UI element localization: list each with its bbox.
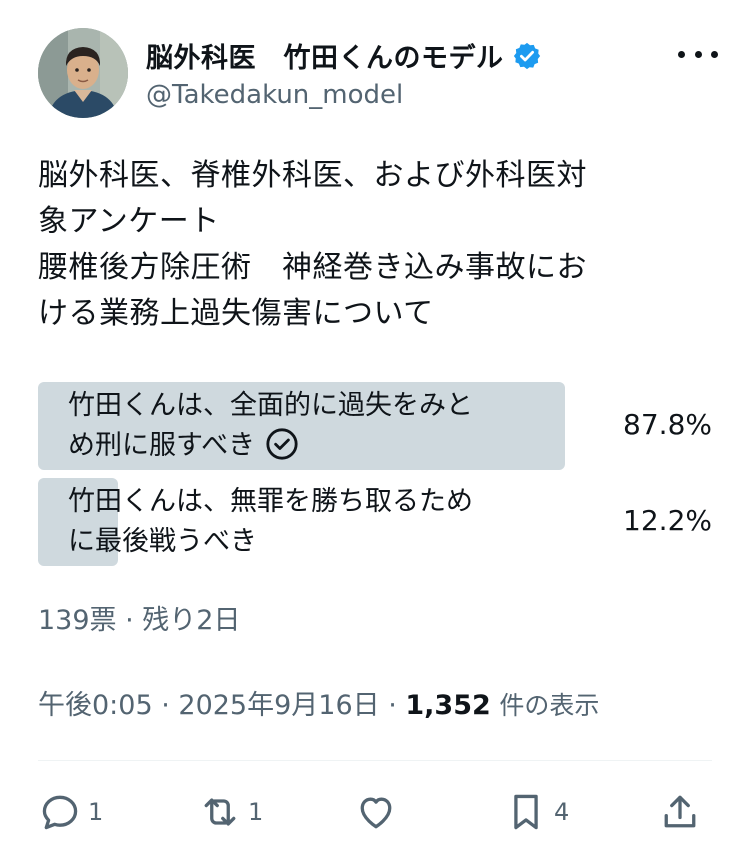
poll-option[interactable]: 竹田くんは、無罪を勝ち取るため に最後戦うべき 12.2% [38,478,712,566]
meta-separator: · [379,690,406,721]
poll-option[interactable]: 竹田くんは、全面的に過失をみと め刑に服すべき 87.8% [38,382,712,470]
avatar-image [38,28,128,118]
display-name[interactable]: 脳外科医 竹田くんのモデル [146,36,504,75]
bookmark-icon [514,794,538,830]
tweet-meta: 午後0:05 · 2025年9月16日 · 1,352 件の表示 [38,683,599,722]
bookmark-count: 4 [554,798,570,826]
heart-icon [360,797,392,829]
like-button[interactable] [354,790,404,834]
tweet-date[interactable]: 2025年9月16日 [178,690,379,721]
tweet-text-line: 腰椎後方除圧術 神経巻き込み事故にお [38,250,587,285]
share-icon [664,795,696,828]
views-label: 件の表示 [499,691,600,720]
poll-option-percent: 12.2% [623,504,712,537]
reply-count: 1 [88,798,104,826]
views-count: 1,352 [405,690,491,721]
tweet-text: 脳外科医、脊椎外科医、および外科医対 象アンケート 腰椎後方除圧術 神経巻き込み… [38,153,708,337]
name-row: 脳外科医 竹田くんのモデル [146,36,542,75]
poll: 竹田くんは、全面的に過失をみと め刑に服すべき 87.8% 竹田くんは、無罪を勝… [38,382,712,574]
tweet-text-line: 脳外科医、脊椎外科医、および外科医対 [38,158,587,193]
divider [38,760,712,761]
more-options-icon[interactable] [678,44,718,64]
verified-badge-icon [513,42,540,69]
share-button[interactable] [658,790,702,834]
tweet-header: 脳外科医 竹田くんのモデル @Takedakun_model [38,28,718,120]
poll-option-label-line: に最後戦うべき [68,526,257,557]
check-circle-icon [266,427,298,460]
tweet-time[interactable]: 午後0:05 [38,690,153,721]
poll-option-label: 竹田くんは、全面的に過失をみと め刑に服すべき [68,386,568,466]
reply-button[interactable]: 1 [38,790,103,834]
tweet-text-line: 象アンケート [38,204,220,239]
poll-option-label-line: 竹田くんは、無罪を勝ち取るため [68,486,473,517]
author-handle[interactable]: @Takedakun_model [146,80,403,110]
retweet-icon [204,798,236,826]
action-bar: 1 1 4 [38,790,712,840]
retweet-count: 1 [248,798,264,826]
poll-option-percent: 87.8% [623,408,712,441]
retweet-button[interactable]: 1 [198,790,263,834]
meta-separator: · [152,690,179,721]
poll-option-label: 竹田くんは、無罪を勝ち取るため に最後戦うべき [68,482,568,562]
avatar[interactable] [38,28,128,118]
reply-icon [42,795,78,830]
poll-option-label-line: め刑に服すべき [68,430,256,461]
bookmark-button[interactable]: 4 [504,790,569,834]
poll-meta: 139票 · 残り2日 [38,605,241,636]
tweet-text-line: ける業務上過失傷害について [38,296,434,331]
poll-option-label-line: 竹田くんは、全面的に過失をみと [68,390,473,421]
